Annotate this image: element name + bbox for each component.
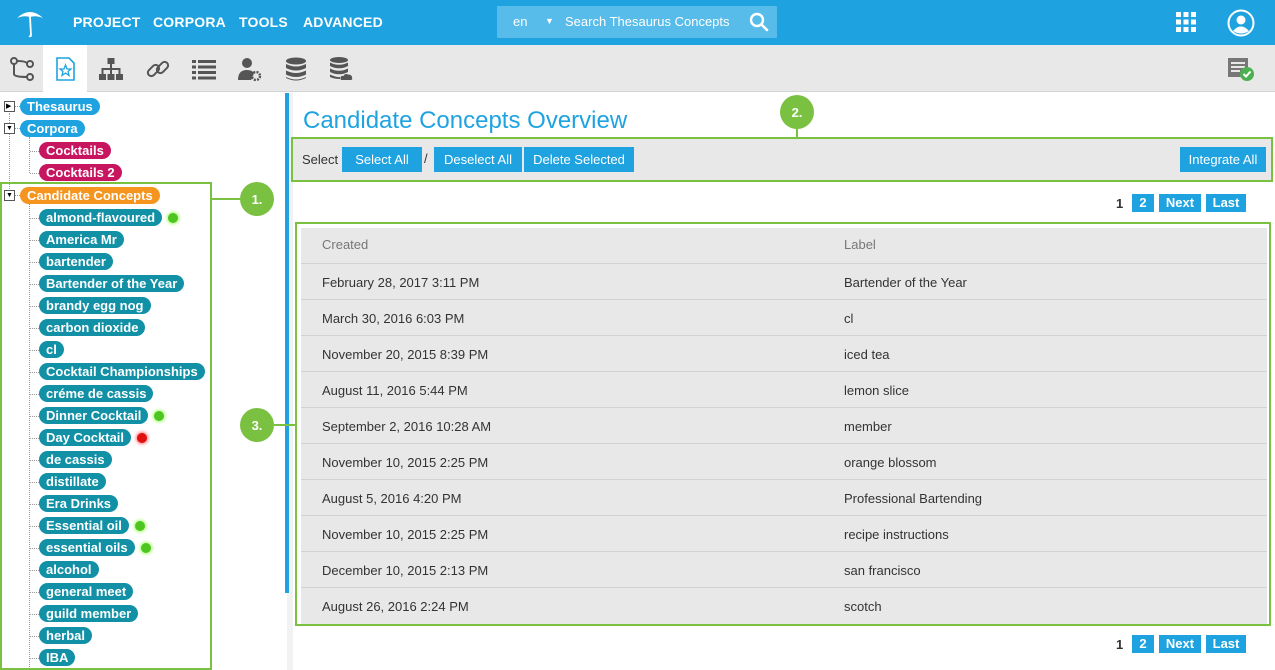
database-cloud-icon xyxy=(330,56,353,80)
tool-hierarchy[interactable] xyxy=(0,45,44,92)
nav-advanced[interactable]: ADVANCED xyxy=(303,14,383,30)
page-current: 1 xyxy=(1116,637,1124,652)
collapse-toggle-corpora[interactable]: ▼ xyxy=(4,123,15,134)
pagination-top: 1 2 Next Last xyxy=(1110,194,1250,212)
callout-badge-1: 1. xyxy=(240,182,274,216)
callout-box-2 xyxy=(291,137,1273,182)
language-select[interactable]: en xyxy=(513,14,527,29)
tree-structure-icon xyxy=(99,57,123,80)
umbrella-logo-icon[interactable] xyxy=(14,8,46,38)
tree-guide-line xyxy=(30,151,39,152)
last-page-button[interactable]: Last xyxy=(1206,194,1246,212)
candidate-concepts-icon xyxy=(56,56,75,81)
view-toolbar xyxy=(0,45,1275,92)
tool-list[interactable] xyxy=(182,45,226,92)
user-avatar-icon[interactable] xyxy=(1227,9,1255,37)
callout-badge-3: 3. xyxy=(240,408,274,442)
tool-link[interactable] xyxy=(136,45,180,92)
list-icon xyxy=(192,59,216,79)
search-input[interactable]: Search Thesaurus Concepts xyxy=(565,14,730,29)
tree-node-corpus[interactable]: Cocktails 2 xyxy=(39,164,122,181)
top-bar: PROJECT CORPORA TOOLS ADVANCED en ▼ Sear… xyxy=(0,0,1275,45)
next-page-button[interactable]: Next xyxy=(1159,635,1201,653)
callout-badge-2: 2. xyxy=(780,95,814,129)
page-2-button[interactable]: 2 xyxy=(1132,635,1154,653)
caret-down-icon[interactable]: ▼ xyxy=(545,16,554,26)
approved-list-icon[interactable] xyxy=(1227,56,1255,82)
search-icon[interactable] xyxy=(749,12,769,32)
page-title: Candidate Concepts Overview xyxy=(303,107,628,134)
callout-connector xyxy=(796,128,798,137)
tool-candidate-concepts[interactable] xyxy=(43,45,87,92)
tree-node-corpora[interactable]: Corpora xyxy=(20,120,85,137)
callout-connector xyxy=(274,424,296,426)
tool-database-cloud[interactable] xyxy=(319,45,363,92)
nav-tools[interactable]: TOOLS xyxy=(239,14,288,30)
pagination-bottom: 1 2 Next Last xyxy=(1110,635,1250,653)
apps-grid-icon[interactable] xyxy=(1176,12,1196,32)
callout-connector xyxy=(212,198,242,200)
page-2-button[interactable]: 2 xyxy=(1132,194,1154,212)
callout-box-3 xyxy=(295,222,1271,626)
next-page-button[interactable]: Next xyxy=(1159,194,1201,212)
link-icon xyxy=(146,60,170,77)
tree-guide-line xyxy=(29,137,30,173)
tool-user-settings[interactable] xyxy=(227,45,271,92)
search-box[interactable]: en ▼ Search Thesaurus Concepts xyxy=(497,6,777,38)
nav-corpora[interactable]: CORPORA xyxy=(153,14,226,30)
user-settings-icon xyxy=(238,57,262,81)
tree-guide-line xyxy=(30,173,39,174)
database-icon xyxy=(286,57,306,80)
tree-node-corpus[interactable]: Cocktails xyxy=(39,142,111,159)
tree-node-thesaurus[interactable]: Thesaurus xyxy=(20,98,100,115)
expand-toggle-thesaurus[interactable]: ▶ xyxy=(4,101,15,112)
tool-tree[interactable] xyxy=(89,45,133,92)
nav-project[interactable]: PROJECT xyxy=(73,14,141,30)
tool-database[interactable] xyxy=(274,45,318,92)
hierarchy-branch-icon xyxy=(10,56,34,81)
callout-box-1 xyxy=(0,182,212,670)
page-current: 1 xyxy=(1116,196,1124,211)
last-page-button[interactable]: Last xyxy=(1206,635,1246,653)
